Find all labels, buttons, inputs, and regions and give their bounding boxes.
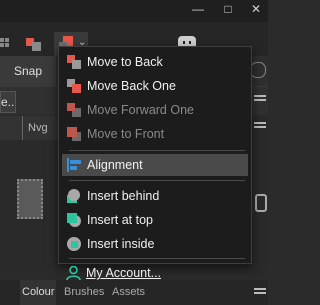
- menu-item-my-account[interactable]: My Account...: [61, 262, 247, 284]
- menu-item-label: Insert at top: [87, 213, 154, 227]
- menu-item-move-to-back[interactable]: Move to Back: [62, 51, 248, 73]
- grid-icon[interactable]: [0, 38, 10, 52]
- menu-item-alignment[interactable]: Alignment: [62, 154, 248, 176]
- tab-navigator[interactable]: Nvg: [0, 116, 60, 140]
- menu-item-move-forward-one[interactable]: Move Forward One: [62, 99, 248, 121]
- menu-item-label: Move Forward One: [87, 103, 194, 117]
- link-icon[interactable]: [255, 194, 267, 212]
- menu-item-insert-inside[interactable]: Insert inside: [62, 233, 248, 255]
- menu-item-label: Move to Front: [87, 127, 165, 141]
- menu-item-label: Alignment: [87, 158, 143, 172]
- insert-inside-icon: [67, 237, 81, 251]
- arrange-icon[interactable]: [26, 36, 44, 52]
- navigator-panel: Nvg: [0, 116, 60, 276]
- canvas-object[interactable]: [17, 179, 43, 219]
- move-to-back-icon: [67, 55, 81, 69]
- maximize-icon[interactable]: □: [218, 0, 238, 20]
- account-icon: [66, 266, 81, 280]
- menu-separator: [69, 150, 245, 151]
- menu-item-move-to-front[interactable]: Move to Front: [62, 123, 248, 145]
- panel-menu-icon[interactable]: [254, 122, 266, 124]
- navigator-tab-label: Nvg: [28, 122, 48, 134]
- context-field[interactable]: e...: [0, 91, 16, 113]
- help-icon[interactable]: [250, 62, 266, 78]
- menu-separator: [69, 258, 245, 259]
- tab-snap[interactable]: Snap: [0, 56, 56, 86]
- alignment-icon: [67, 158, 81, 172]
- title-bar: — □ ✕: [0, 0, 268, 22]
- move-to-front-icon: [67, 127, 81, 141]
- menu-item-label: Move to Back: [87, 55, 163, 69]
- insert-behind-icon: [67, 189, 80, 203]
- move-back-one-icon: [67, 79, 81, 93]
- insert-at-top-icon: [67, 213, 81, 227]
- arrange-context-menu: Move to Back Move Back One Move Forward …: [58, 46, 252, 264]
- menu-separator: [69, 180, 245, 181]
- move-forward-one-icon: [67, 103, 81, 117]
- minimize-icon[interactable]: —: [188, 0, 208, 20]
- menu-item-label: Move Back One: [87, 79, 176, 93]
- menu-item-label: Insert inside: [87, 237, 155, 251]
- menu-item-label: My Account...: [86, 266, 162, 280]
- tab-colour[interactable]: Colour: [20, 280, 57, 305]
- menu-item-label: Insert behind: [87, 189, 160, 203]
- close-icon[interactable]: ✕: [246, 0, 266, 20]
- menu-item-insert-at-top[interactable]: Insert at top: [62, 209, 248, 231]
- menu-item-move-back-one[interactable]: Move Back One: [62, 75, 248, 97]
- bottom-menu-icon[interactable]: [254, 288, 266, 290]
- menu-lines-icon[interactable]: [254, 95, 266, 97]
- menu-item-insert-behind[interactable]: Insert behind: [62, 185, 248, 207]
